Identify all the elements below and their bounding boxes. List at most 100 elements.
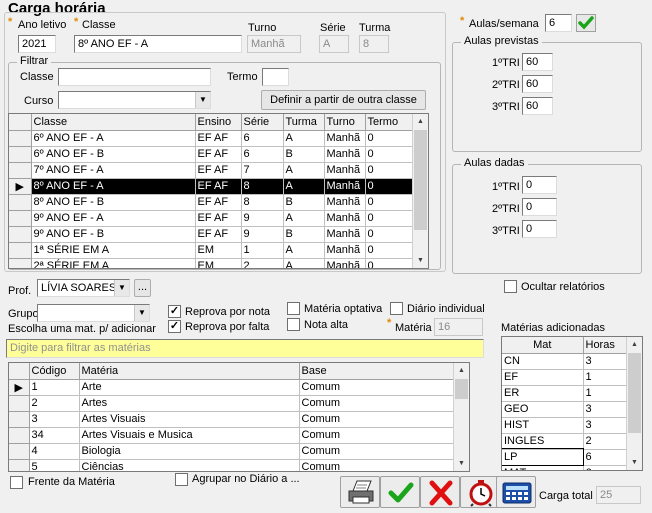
classes-cell[interactable]: A bbox=[283, 242, 325, 259]
classes-cell[interactable]: 8º ANO EF - B bbox=[31, 194, 196, 211]
classes-cell[interactable]: B bbox=[283, 226, 325, 243]
aulas-semana-input[interactable]: 6 bbox=[545, 14, 572, 32]
scroll-down-icon[interactable]: ▼ bbox=[413, 253, 428, 268]
reprova-falta-checkbox[interactable]: ✓ bbox=[168, 320, 181, 333]
materias-cell[interactable]: Comum bbox=[299, 427, 456, 444]
materias-row[interactable]: 3 Artes Visuais Comum bbox=[9, 411, 456, 428]
classes-cell[interactable]: 0 bbox=[365, 178, 415, 195]
save-button[interactable] bbox=[380, 476, 420, 508]
materias-adicionadas-grid[interactable]: Mat Horas CN3EF1ER1GEO3HIST3INGLES2LP6MA… bbox=[501, 336, 643, 471]
classes-row[interactable]: 2ª SÉRIE EM A EM 2 A Manhã 0 bbox=[9, 258, 415, 268]
chevron-down-icon[interactable]: ▼ bbox=[195, 92, 210, 108]
classes-cell[interactable]: 0 bbox=[365, 130, 415, 147]
chevron-down-icon[interactable]: ▼ bbox=[134, 305, 149, 321]
classes-cell[interactable]: EF AF bbox=[195, 178, 242, 195]
materias-grid[interactable]: Código Matéria Base ▶ 1 Arte Comum 2 Artes Com… bbox=[8, 362, 470, 472]
classes-cell[interactable]: Manhã bbox=[324, 146, 366, 163]
ano-letivo-input[interactable]: 2021 bbox=[18, 35, 56, 53]
col-serie[interactable]: Série bbox=[241, 114, 284, 131]
adicionadas-cell[interactable]: 6 bbox=[583, 449, 629, 466]
grupo-select[interactable]: ▼ bbox=[37, 304, 150, 322]
classes-cell[interactable]: 1 bbox=[241, 242, 284, 259]
classes-row[interactable]: ▶ 8º ANO EF - A EF AF 8 A Manhã 0 bbox=[9, 178, 415, 195]
materias-row[interactable]: ▶ 1 Arte Comum bbox=[9, 379, 456, 396]
print-button[interactable] bbox=[340, 476, 380, 508]
adicionadas-row[interactable]: LP 6 bbox=[502, 448, 629, 466]
materias-cell[interactable]: Artes Visuais bbox=[79, 411, 300, 428]
col-turma[interactable]: Turma bbox=[283, 114, 325, 131]
materias-cell[interactable]: 4 bbox=[29, 443, 80, 460]
adicionadas-cell[interactable]: 3 bbox=[583, 417, 629, 434]
classes-cell[interactable]: A bbox=[283, 258, 325, 268]
classes-cell[interactable]: 9 bbox=[241, 226, 284, 243]
classes-cell[interactable]: 0 bbox=[365, 258, 415, 268]
calculator-button[interactable] bbox=[496, 476, 536, 508]
classes-cell[interactable]: A bbox=[283, 162, 325, 179]
classes-cell[interactable]: Manhã bbox=[324, 130, 366, 147]
col-classe[interactable]: Classe bbox=[31, 114, 196, 131]
col-ensino[interactable]: Ensino bbox=[195, 114, 242, 131]
classes-row[interactable]: 1ª SÉRIE EM A EM 1 A Manhã 0 bbox=[9, 242, 415, 259]
scroll-down-icon[interactable]: ▼ bbox=[627, 455, 642, 470]
materias-cell[interactable]: 1 bbox=[29, 379, 80, 396]
classes-cell[interactable]: Manhã bbox=[324, 258, 366, 268]
prev-tri1-input[interactable]: 60 bbox=[522, 53, 553, 71]
materias-cell[interactable]: Biologia bbox=[79, 443, 300, 460]
adicionadas-row[interactable]: HIST 3 bbox=[502, 417, 629, 434]
materias-cell[interactable]: Comum bbox=[299, 411, 456, 428]
materias-cell[interactable]: Ciências bbox=[79, 459, 300, 471]
materia-optativa-checkbox[interactable] bbox=[287, 302, 300, 315]
classes-cell[interactable]: 1ª SÉRIE EM A bbox=[31, 242, 196, 259]
adicionadas-scrollbar[interactable]: ▲ ▼ bbox=[626, 337, 642, 470]
adicionadas-cell[interactable]: CN bbox=[502, 353, 584, 370]
scroll-up-icon[interactable]: ▲ bbox=[454, 363, 469, 378]
adicionadas-row[interactable]: GEO 3 bbox=[502, 401, 629, 418]
diario-individual-checkbox[interactable] bbox=[390, 302, 403, 315]
col-materia[interactable]: Matéria bbox=[79, 363, 300, 380]
reprova-nota-checkbox[interactable]: ✓ bbox=[168, 305, 181, 318]
adicionadas-row[interactable]: MAT6 bbox=[502, 465, 629, 470]
classes-cell[interactable]: Manhã bbox=[324, 178, 366, 195]
classes-row[interactable]: 6º ANO EF - A EF AF 6 A Manhã 0 bbox=[9, 130, 415, 147]
classes-cell[interactable]: 0 bbox=[365, 162, 415, 179]
classes-scrollbar[interactable]: ▲ ▼ bbox=[412, 114, 428, 268]
materias-cell[interactable]: Comum bbox=[299, 459, 456, 471]
classes-cell[interactable]: Manhã bbox=[324, 242, 366, 259]
scroll-down-icon[interactable]: ▼ bbox=[454, 456, 469, 471]
materias-row[interactable]: 2 Artes Comum bbox=[9, 395, 456, 412]
classes-cell[interactable]: 8 bbox=[241, 178, 284, 195]
materias-cell[interactable]: Artes Visuais e Musica bbox=[79, 427, 300, 444]
adicionadas-cell[interactable]: 3 bbox=[583, 353, 629, 370]
classes-cell[interactable]: EF AF bbox=[195, 162, 242, 179]
dadas-tri3-input[interactable]: 0 bbox=[522, 220, 557, 238]
materia-filter-input[interactable]: Digite para filtrar as matérias bbox=[6, 339, 484, 358]
classes-row[interactable]: 9º ANO EF - B EF AF 9 B Manhã 0 bbox=[9, 226, 415, 243]
classes-cell[interactable]: 0 bbox=[365, 242, 415, 259]
adicionadas-cell[interactable]: EF bbox=[502, 369, 584, 386]
adicionadas-cell[interactable]: 2 bbox=[583, 433, 629, 450]
adicionadas-cell[interactable]: 1 bbox=[583, 385, 629, 402]
materias-row[interactable]: 4 Biologia Comum bbox=[9, 443, 456, 460]
materias-row[interactable]: 34 Artes Visuais e Musica Comum bbox=[9, 427, 456, 444]
definir-outra-classe-button[interactable]: Definir a partir de outra classe bbox=[261, 90, 426, 110]
classes-row[interactable]: 7º ANO EF - A EF AF 7 A Manhã 0 bbox=[9, 162, 415, 179]
materias-cell[interactable]: 34 bbox=[29, 427, 80, 444]
scroll-up-icon[interactable]: ▲ bbox=[627, 337, 642, 352]
prof-select[interactable]: LÍVIA SOARES ▼ bbox=[37, 279, 130, 297]
adicionadas-row[interactable]: ER 1 bbox=[502, 385, 629, 402]
adicionadas-row[interactable]: CN 3 bbox=[502, 353, 629, 370]
classes-cell[interactable]: 6º ANO EF - A bbox=[31, 130, 196, 147]
materias-cell[interactable]: Comum bbox=[299, 443, 456, 460]
adicionadas-cell[interactable]: LP bbox=[502, 448, 584, 466]
confirm-aulas-icon[interactable] bbox=[576, 14, 596, 32]
classes-cell[interactable]: EF AF bbox=[195, 130, 242, 147]
classes-cell[interactable]: 0 bbox=[365, 226, 415, 243]
classes-cell[interactable]: 8º ANO EF - A bbox=[31, 178, 196, 195]
cancel-button[interactable] bbox=[420, 476, 460, 508]
classes-cell[interactable]: 0 bbox=[365, 210, 415, 227]
adicionadas-cell[interactable]: MAT bbox=[502, 465, 584, 470]
classes-cell[interactable]: A bbox=[283, 210, 325, 227]
col-mat[interactable]: Mat bbox=[502, 337, 584, 354]
dadas-tri1-input[interactable]: 0 bbox=[522, 176, 557, 194]
classes-cell[interactable]: B bbox=[283, 194, 325, 211]
